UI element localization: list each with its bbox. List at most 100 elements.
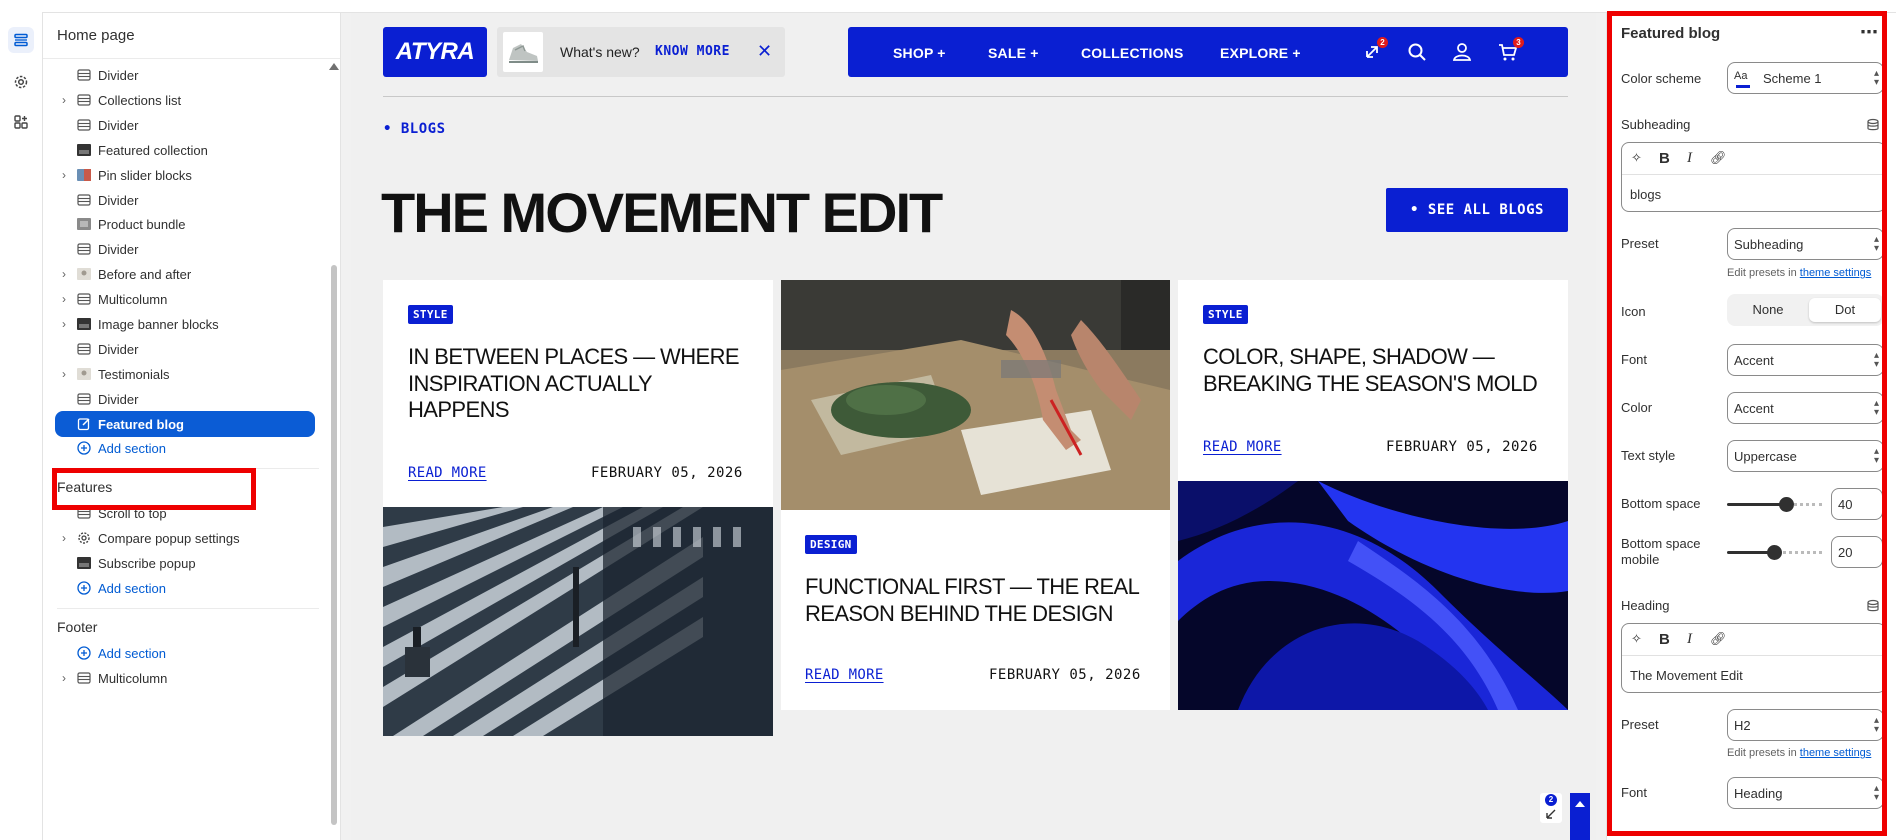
preview-inspector-widget[interactable]: 2 [1540,793,1562,823]
section-item-divider[interactable]: Divider [43,112,323,138]
section-item-pin-slider-blocks[interactable]: › Pin slider blocks [43,162,323,188]
section-item-compare-popup-settings[interactable]: › Compare popup settings [43,525,323,551]
read-more-link[interactable]: READ MORE [408,465,487,481]
cart-icon[interactable]: 3 [1496,37,1524,64]
section-item-product-bundle[interactable]: Product bundle [43,211,323,237]
nav-explore[interactable]: EXPLORE + [1220,45,1301,61]
bottom-space-mobile-input[interactable]: 20 [1831,536,1883,568]
italic-icon[interactable]: I [1687,631,1692,648]
blog-title[interactable]: COLOR, SHAPE, SHADOW — BREAKING THE SEAS… [1203,344,1548,397]
heading-font-select[interactable]: Heading ▴ ▾ [1727,777,1884,809]
color-scheme-select[interactable]: Aa Scheme 1 ▴ ▾ [1727,62,1884,94]
section-item-divider[interactable]: Divider [43,386,323,412]
text-style-value: Uppercase [1734,449,1797,464]
section-item-divider[interactable]: Divider [43,187,323,213]
blog-card[interactable]: DESIGN FUNCTIONAL FIRST — THE REAL REASO… [781,280,1170,710]
italic-icon[interactable]: I [1687,150,1692,167]
know-more-link[interactable]: KNOW MORE [655,44,730,59]
blog-image-workshop[interactable] [781,280,1170,510]
heading-preset-select[interactable]: H2 ▴ ▾ [1727,709,1884,741]
image-section-icon [76,317,92,331]
section-item-multicolumn[interactable]: › Multicolumn [43,665,323,691]
preset-hint: Edit presets in theme settings [1727,747,1871,759]
see-all-blogs-button[interactable]: • SEE ALL BLOGS [1386,188,1568,232]
compare-icon[interactable]: 2 [1360,37,1388,64]
image-light-section-icon [76,267,92,281]
add-section-button[interactable]: Add section [43,575,323,601]
section-item-testimonials[interactable]: › Testimonials [43,361,323,387]
image-gray-section-icon [76,217,92,231]
bottom-space-input[interactable]: 40 [1831,488,1883,520]
store-logo[interactable]: ATYRA [383,27,487,77]
bottom-space-slider[interactable] [1727,494,1822,514]
section-item-divider[interactable]: Divider [43,336,323,362]
nav-sale[interactable]: SALE + [988,45,1039,61]
section-item-subscribe-popup[interactable]: Subscribe popup [43,550,323,576]
chevron-right-icon[interactable]: › [59,168,69,182]
more-options-icon[interactable]: ⋯ [1860,22,1879,43]
nav-shop[interactable]: SHOP + [893,45,946,61]
back-to-top-button[interactable] [1570,793,1590,840]
section-label: Divider [98,391,139,407]
blog-card[interactable]: STYLE IN BETWEEN PLACES — WHERE INSPIRAT… [383,280,773,736]
chevron-right-icon[interactable]: › [59,531,69,545]
chevron-right-icon[interactable]: › [59,317,69,331]
add-section-button[interactable]: Add section [43,640,323,666]
blog-card[interactable]: STYLE COLOR, SHAPE, SHADOW — BREAKING TH… [1178,280,1568,710]
close-icon[interactable]: ✕ [757,41,772,62]
scroll-up-arrow[interactable] [329,63,339,70]
section-item-featured-blog[interactable]: Featured blog [55,411,315,437]
section-item-image-banner-blocks[interactable]: › Image banner blocks [43,311,323,337]
blog-image-crosswalk[interactable] [383,507,773,736]
dynamic-source-icon[interactable] [1866,599,1880,613]
ai-sparkle-icon[interactable]: ✧ [1631,631,1642,647]
section-item-divider[interactable]: Divider [43,236,323,262]
slider-handle[interactable] [1767,545,1782,560]
bottom-space-mobile-slider[interactable] [1727,542,1822,562]
ai-sparkle-icon[interactable]: ✧ [1631,150,1642,166]
icon-option-none[interactable]: None [1731,298,1805,322]
nav-collections[interactable]: COLLECTIONS [1081,45,1184,61]
bold-icon[interactable]: B [1659,631,1670,648]
dynamic-source-icon[interactable] [1866,118,1880,132]
section-item-featured-collection[interactable]: Featured collection [43,137,323,163]
chevron-right-icon[interactable]: › [59,93,69,107]
account-icon[interactable] [1450,40,1474,64]
sections-rail-button[interactable] [8,27,34,53]
chevron-right-icon[interactable]: › [59,367,69,381]
section-item-multicolumn[interactable]: › Multicolumn [43,286,323,312]
add-section-label: Add section [98,645,166,661]
blog-title[interactable]: FUNCTIONAL FIRST — THE REAL REASON BEHIN… [805,574,1150,627]
slider-handle[interactable] [1779,497,1794,512]
text-style-select[interactable]: Uppercase ▴ ▾ [1727,440,1884,472]
apps-rail-button[interactable] [8,109,34,135]
blog-image-blue-shapes[interactable] [1178,481,1568,710]
preset-select[interactable]: Subheading ▴ ▾ [1727,228,1884,260]
chevron-right-icon[interactable]: › [59,267,69,281]
theme-settings-link[interactable]: theme settings [1800,747,1872,759]
section-item-before-and-after[interactable]: › Before and after [43,261,323,287]
color-select[interactable]: Accent ▴ ▾ [1727,392,1884,424]
subheading-editor[interactable]: ✧ B I 🔗︎ blogs [1621,142,1886,212]
heading-value[interactable]: The Movement Edit [1630,668,1743,683]
link-icon[interactable]: 🔗︎ [1710,631,1727,647]
blog-title[interactable]: IN BETWEEN PLACES — WHERE INSPIRATION AC… [408,344,748,424]
link-icon[interactable]: 🔗︎ [1710,150,1727,166]
section-item-scroll-to-top[interactable]: Scroll to top [43,500,323,526]
section-item-collections-list[interactable]: › Collections list [43,87,323,113]
theme-settings-link[interactable]: theme settings [1800,267,1872,279]
read-more-link[interactable]: READ MORE [805,667,884,683]
theme-settings-rail-button[interactable] [8,69,34,95]
font-select[interactable]: Accent ▴ ▾ [1727,344,1884,376]
bold-icon[interactable]: B [1659,150,1670,167]
section-item-divider[interactable]: Divider [43,62,323,88]
search-icon[interactable] [1405,40,1429,64]
chevron-right-icon[interactable]: › [59,671,69,685]
chevron-right-icon[interactable]: › [59,292,69,306]
sidebar-scrollbar[interactable] [331,265,337,825]
subheading-value[interactable]: blogs [1630,187,1661,202]
read-more-link[interactable]: READ MORE [1203,439,1282,455]
heading-editor[interactable]: ✧ B I 🔗︎ The Movement Edit [1621,623,1886,693]
add-section-button[interactable]: Add section [43,435,323,461]
icon-option-dot[interactable]: Dot [1809,298,1881,322]
